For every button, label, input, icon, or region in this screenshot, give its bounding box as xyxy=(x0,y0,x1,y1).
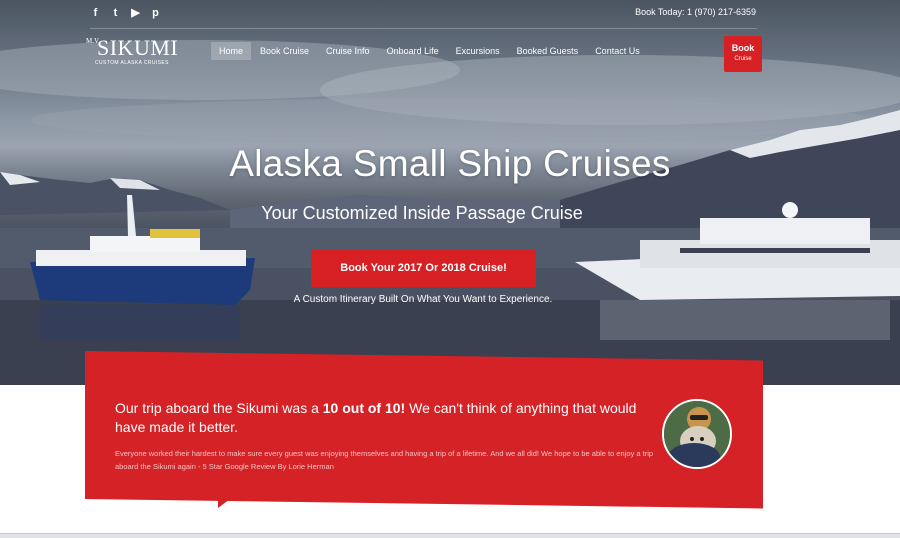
hero-cta-button[interactable]: Book Your 2017 Or 2018 Cruise! xyxy=(311,250,536,287)
nav-item-book-cruise[interactable]: Book Cruise xyxy=(252,42,317,60)
nav-item-onboard-life[interactable]: Onboard Life xyxy=(379,42,447,60)
book-cruise-button[interactable]: Book Cruise xyxy=(724,36,762,72)
testimonial-quote: Our trip aboard the Sikumi was a 10 out … xyxy=(115,399,660,437)
phone-number[interactable]: Book Today: 1 (970) 217-6359 xyxy=(635,7,756,17)
reviewer-avatar xyxy=(662,399,732,469)
book-button-label: Book xyxy=(731,43,755,53)
nav-item-home[interactable]: Home xyxy=(211,42,252,60)
main-nav: Home Book Cruise Cruise Info Onboard Lif… xyxy=(211,42,649,60)
nav-item-excursions[interactable]: Excursions xyxy=(448,42,508,60)
youtube-icon[interactable]: ▶ xyxy=(130,6,141,20)
logo-tagline: CUSTOM ALASKA CRUISES xyxy=(95,60,169,66)
twitter-icon[interactable]: t xyxy=(110,6,121,20)
testimonial-review: Everyone worked their hardest to make su… xyxy=(115,449,654,471)
hero-subtitle: Your Customized Inside Passage Cruise xyxy=(261,203,583,223)
reviewer-photo xyxy=(664,401,730,467)
nav-item-contact-us[interactable]: Contact Us xyxy=(587,42,648,60)
nav-item-cruise-info[interactable]: Cruise Info xyxy=(318,42,378,60)
logo-name: SIKUMI xyxy=(97,35,179,60)
nav-item-booked-guests[interactable]: Booked Guests xyxy=(509,42,587,60)
hero-banner: f t ▶ p Book Today: 1 (970) 217-6359 M.V… xyxy=(0,0,900,385)
site-logo[interactable]: M.V. SIKUMI CUSTOM ALASKA CRUISES xyxy=(86,34,179,70)
hero-title: Alaska Small Ship Cruises xyxy=(229,143,671,184)
social-links: f t ▶ p xyxy=(90,6,161,20)
top-bar: f t ▶ p Book Today: 1 (970) 217-6359 xyxy=(0,0,900,28)
testimonial-content: Our trip aboard the Sikumi was a 10 out … xyxy=(85,351,763,499)
page-bottom-edge xyxy=(0,533,900,538)
divider xyxy=(90,28,757,29)
facebook-icon[interactable]: f xyxy=(90,6,101,20)
hero-caption: A Custom Itinerary Built On What You Wan… xyxy=(293,294,553,305)
book-button-sublabel: Cruise xyxy=(734,56,752,62)
quote-highlight: 10 out of 10! xyxy=(322,400,406,416)
pinterest-icon[interactable]: p xyxy=(150,6,161,20)
quote-text: Our trip aboard the Sikumi was a xyxy=(115,400,323,416)
